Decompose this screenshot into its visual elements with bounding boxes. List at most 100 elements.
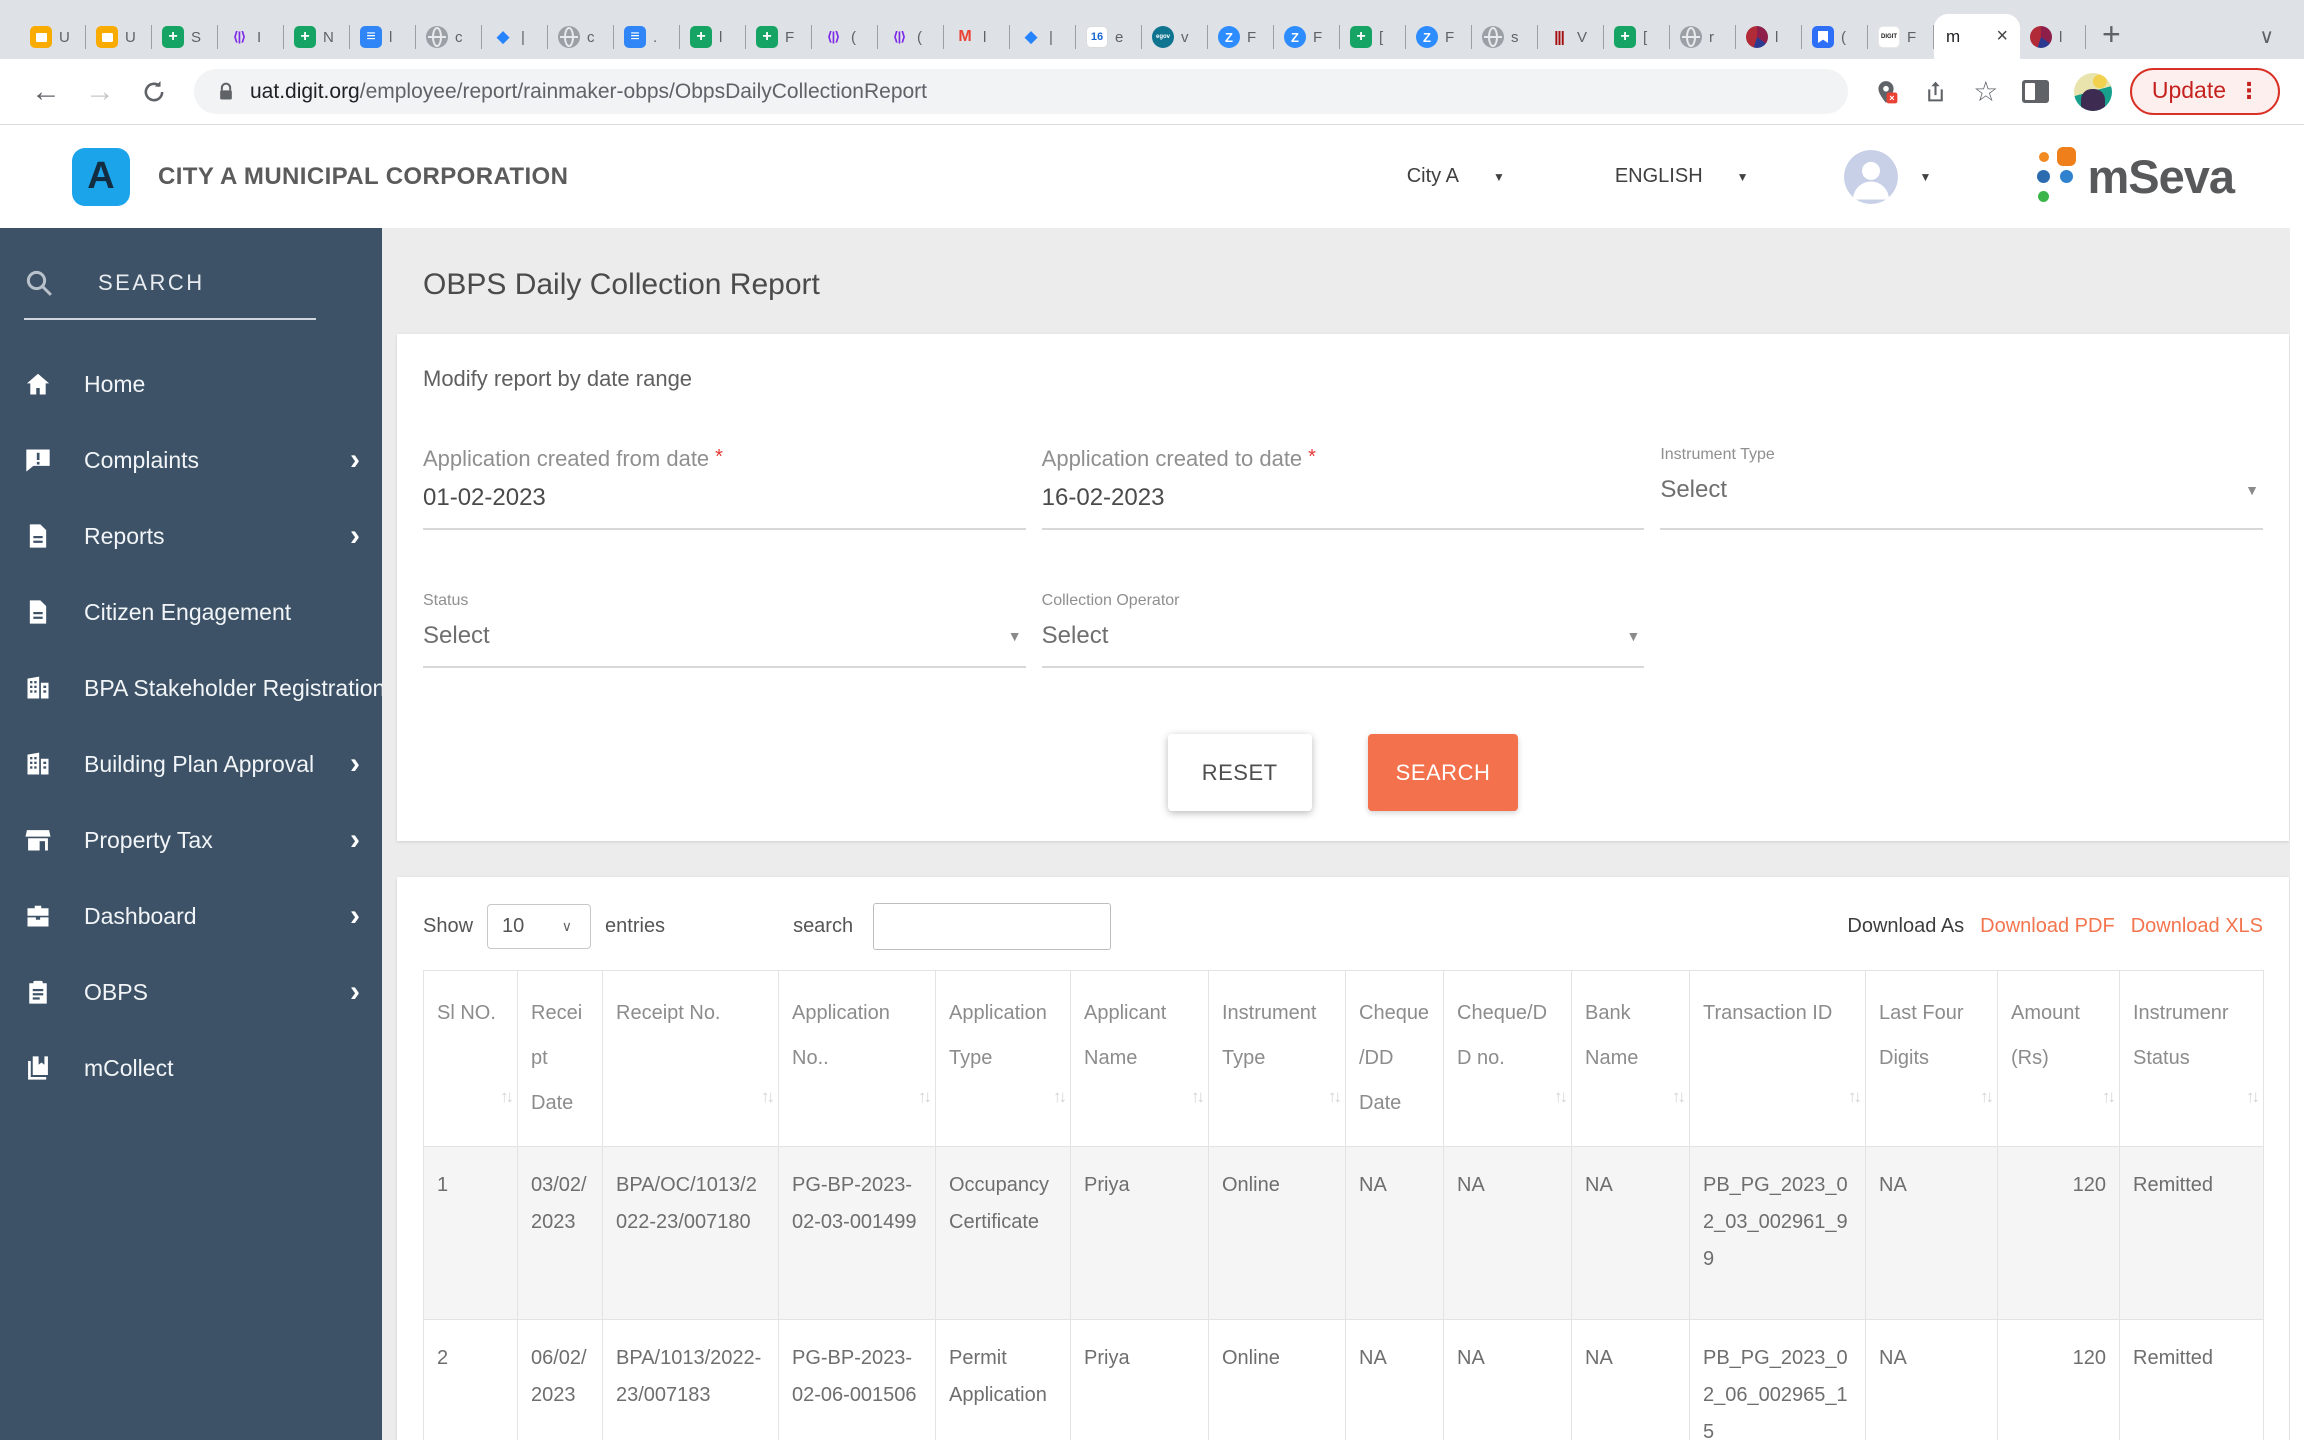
browser-tab[interactable]: | bbox=[482, 15, 548, 59]
browser-tab[interactable]: l bbox=[2020, 15, 2086, 59]
user-avatar[interactable] bbox=[1844, 150, 1898, 204]
column-header-bank-name[interactable]: Bank Name↑↓ bbox=[1572, 971, 1690, 1147]
mseva-favicon bbox=[2030, 26, 2052, 48]
sidebar-item-building-plan-approval[interactable]: Building Plan Approval› bbox=[0, 726, 382, 802]
browser-tab[interactable]: S bbox=[152, 15, 218, 59]
browser-tab[interactable]: e bbox=[1076, 15, 1142, 59]
column-header-instrument-type[interactable]: Instrument Type↑↓ bbox=[1209, 971, 1346, 1147]
browser-tab[interactable]: U bbox=[86, 15, 152, 59]
browser-tab[interactable]: c bbox=[548, 15, 614, 59]
tab-overflow-chevron-icon[interactable]: ∨ bbox=[2259, 24, 2274, 49]
column-header-sl-no[interactable]: Sl NO.↑↓ bbox=[424, 971, 518, 1147]
entries-per-page-select[interactable]: 10 ∨ bbox=[487, 904, 591, 949]
sidebar-item-reports[interactable]: Reports› bbox=[0, 498, 382, 574]
new-tab-button[interactable]: + bbox=[2102, 15, 2121, 53]
city-selector[interactable]: City A ▼ bbox=[1407, 165, 1505, 188]
column-header-amount-rs[interactable]: Amount (Rs)↑↓ bbox=[1998, 971, 2120, 1147]
browser-tab[interactable]: ( bbox=[1802, 15, 1868, 59]
column-header-cheque-dd-no[interactable]: Cheque/DD no.↑↓ bbox=[1444, 971, 1572, 1147]
side-panel-icon[interactable] bbox=[2016, 80, 2056, 103]
reload-button[interactable] bbox=[132, 78, 176, 106]
browser-tab[interactable]: . bbox=[614, 15, 680, 59]
browser-tab[interactable]: ( bbox=[812, 15, 878, 59]
sidebar-item-home[interactable]: Home bbox=[0, 346, 382, 422]
table-cell-amount-rs: 120 bbox=[1998, 1320, 2120, 1440]
tab-title-fragment: l bbox=[1775, 29, 1786, 46]
column-header-last-four-digits[interactable]: Last Four Digits↑↓ bbox=[1866, 971, 1998, 1147]
back-button[interactable]: ← bbox=[24, 77, 68, 107]
code-favicon bbox=[228, 26, 250, 48]
table-search-input[interactable] bbox=[873, 903, 1111, 950]
column-header-transaction-id[interactable]: Transaction ID↑↓ bbox=[1690, 971, 1866, 1147]
browser-tab[interactable]: l bbox=[350, 15, 416, 59]
reset-button[interactable]: RESET bbox=[1168, 734, 1312, 811]
column-header-application-type[interactable]: Application Type↑↓ bbox=[936, 971, 1071, 1147]
browser-tab[interactable]: ( bbox=[878, 15, 944, 59]
sidebar-item-label: Dashboard bbox=[84, 903, 197, 930]
from-date-field[interactable]: Application created from date* 01-02-202… bbox=[423, 446, 1026, 530]
column-header-applicant-name[interactable]: Applicant Name↑↓ bbox=[1071, 971, 1209, 1147]
download-pdf-link[interactable]: Download PDF bbox=[1980, 915, 2115, 938]
status-select[interactable]: Status Select ▼ bbox=[423, 592, 1026, 668]
select-caret-icon: ∨ bbox=[562, 918, 572, 935]
sidebar-item-dashboard[interactable]: Dashboard› bbox=[0, 878, 382, 954]
location-blocked-icon[interactable]: × bbox=[1866, 79, 1906, 105]
browser-tab[interactable]: F bbox=[1274, 15, 1340, 59]
browser-tab[interactable]: F bbox=[1868, 15, 1934, 59]
sidebar-item-mcollect[interactable]: mCollect bbox=[0, 1030, 382, 1106]
search-button[interactable]: SEARCH bbox=[1368, 734, 1519, 811]
close-tab-icon[interactable]: × bbox=[1996, 25, 2008, 48]
browser-tab[interactable]: F bbox=[746, 15, 812, 59]
bookmark-star-icon[interactable]: ☆ bbox=[1966, 75, 2006, 108]
browser-tab[interactable]: N bbox=[284, 15, 350, 59]
sidebar-search[interactable]: SEARCH bbox=[0, 268, 382, 298]
browser-tab-active[interactable]: m× bbox=[1934, 14, 2020, 59]
instrument-type-select[interactable]: Instrument Type Select ▼ bbox=[1660, 446, 2263, 530]
column-label: Amount (Rs) bbox=[2011, 1002, 2080, 1069]
table-cell-instrumenr-status: Remitted bbox=[2120, 1320, 2264, 1440]
sidebar-item-complaints[interactable]: Complaints› bbox=[0, 422, 382, 498]
browser-tab[interactable]: c bbox=[416, 15, 482, 59]
column-header-application-no[interactable]: Application No..↑↓ bbox=[779, 971, 936, 1147]
column-header-instrumenr-status[interactable]: Instrumenr Status↑↓ bbox=[2120, 971, 2264, 1147]
forward-button[interactable]: → bbox=[78, 77, 122, 107]
tab-title-fragment: | bbox=[521, 29, 532, 46]
sidebar-item-obps[interactable]: OBPS› bbox=[0, 954, 382, 1030]
browser-tab[interactable]: l bbox=[944, 15, 1010, 59]
sidebar-item-property-tax[interactable]: Property Tax› bbox=[0, 802, 382, 878]
browser-tab[interactable]: l bbox=[1736, 15, 1802, 59]
tab-title-fragment: s bbox=[1511, 29, 1522, 46]
browser-tab[interactable]: F bbox=[1208, 15, 1274, 59]
browser-tab[interactable]: | bbox=[1010, 15, 1076, 59]
to-date-field[interactable]: Application created to date* 16-02-2023 bbox=[1042, 446, 1645, 530]
sidebar-item-bpa-stakeholder-registration[interactable]: BPA Stakeholder Registration› bbox=[0, 650, 382, 726]
svg-text:×: × bbox=[1889, 93, 1894, 103]
book-favicon bbox=[1812, 26, 1834, 48]
caret-down-icon: ▼ bbox=[1493, 170, 1505, 184]
table-cell-instrumenr-status: Remitted bbox=[2120, 1147, 2264, 1320]
browser-profile-avatar[interactable] bbox=[2074, 73, 2112, 111]
browser-tab[interactable]: s bbox=[1472, 15, 1538, 59]
column-header-receipt-no[interactable]: Receipt No.↑↓ bbox=[603, 971, 779, 1147]
sidebar-item-label: Property Tax bbox=[84, 827, 213, 854]
chrome-update-button[interactable]: Update ⋮ bbox=[2130, 68, 2280, 115]
code-favicon bbox=[888, 26, 910, 48]
language-selector[interactable]: ENGLISH ▼ bbox=[1615, 165, 1749, 188]
browser-tab[interactable]: V bbox=[1538, 15, 1604, 59]
sidebar-item-citizen-engagement[interactable]: Citizen Engagement bbox=[0, 574, 382, 650]
collection-operator-select[interactable]: Collection Operator Select ▼ bbox=[1042, 592, 1645, 668]
browser-tab[interactable]: I bbox=[218, 15, 284, 59]
address-bar[interactable]: uat.digit.org/employee/report/rainmaker-… bbox=[194, 69, 1848, 114]
profile-menu-caret[interactable]: ▼ bbox=[1920, 170, 1932, 184]
browser-tab[interactable]: F bbox=[1406, 15, 1472, 59]
tab-title-fragment: F bbox=[1313, 29, 1324, 46]
browser-tab[interactable]: v bbox=[1142, 15, 1208, 59]
browser-tab[interactable]: l bbox=[680, 15, 746, 59]
page-scrollbar-gutter[interactable] bbox=[2290, 228, 2304, 1440]
share-icon[interactable] bbox=[1916, 79, 1956, 104]
browser-tab[interactable]: r bbox=[1670, 15, 1736, 59]
browser-tab[interactable]: [ bbox=[1340, 15, 1406, 59]
browser-tab[interactable]: [ bbox=[1604, 15, 1670, 59]
browser-tab[interactable]: U bbox=[20, 15, 86, 59]
download-xls-link[interactable]: Download XLS bbox=[2131, 915, 2263, 938]
